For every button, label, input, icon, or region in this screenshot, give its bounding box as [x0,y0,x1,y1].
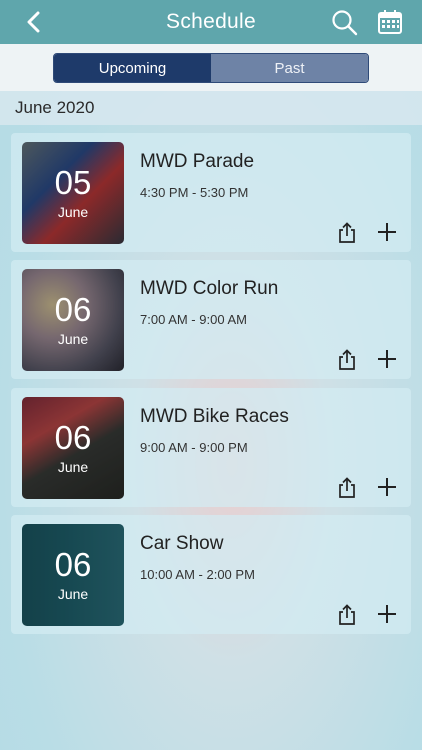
event-time: 9:00 AM - 9:00 PM [140,440,248,455]
plus-icon [378,223,396,241]
event-month: June [57,586,89,602]
plus-icon [378,478,396,496]
event-card[interactable]: 05 June MWD Parade 4:30 PM - 5:30 PM [11,133,411,252]
tab-past[interactable]: Past [211,54,368,82]
back-button[interactable] [18,7,48,37]
event-thumbnail: 06 June [22,524,124,626]
event-card[interactable]: 06 June MWD Bike Races 9:00 AM - 9:00 PM [11,388,411,507]
search-button[interactable] [331,9,359,37]
add-to-calendar-button[interactable] [377,477,397,497]
page-title: Schedule [166,10,256,33]
event-title: MWD Parade [140,151,255,172]
share-icon [339,477,355,498]
back-icon [27,11,40,33]
event-title: MWD Color Run [140,278,279,299]
share-icon [339,349,355,370]
add-to-calendar-button[interactable] [377,349,397,369]
tab-bar: Upcoming Past [0,44,422,91]
event-day: 06 [54,291,92,328]
header-bar: Schedule [0,0,422,44]
event-month: June [57,459,89,475]
share-icon [339,604,355,625]
plus-icon [378,350,396,368]
tab-upcoming[interactable]: Upcoming [54,54,211,82]
event-time: 10:00 AM - 2:00 PM [140,567,255,582]
event-day: 05 [54,164,92,201]
month-header: June 2020 [0,91,422,125]
event-card[interactable]: 06 June MWD Color Run 7:00 AM - 9:00 AM [11,260,411,379]
share-icon [339,222,355,243]
event-day: 06 [54,546,92,583]
share-button[interactable] [337,349,357,371]
event-month: June [57,331,89,347]
event-thumbnail: 06 June [22,397,124,499]
event-title: Car Show [140,533,224,554]
event-time: 4:30 PM - 5:30 PM [140,185,249,200]
calendar-icon [378,10,402,34]
event-thumbnail: 06 June [22,269,124,371]
share-button[interactable] [337,222,357,244]
event-title: MWD Bike Races [140,406,289,427]
share-button[interactable] [337,604,357,626]
share-button[interactable] [337,477,357,499]
plus-icon [378,605,396,623]
event-thumbnail: 05 June [22,142,124,244]
search-icon [332,10,358,36]
segmented-control: Upcoming Past [53,53,369,83]
event-month: June [57,204,89,220]
event-time: 7:00 AM - 9:00 AM [140,312,247,327]
calendar-button[interactable] [377,9,403,35]
add-to-calendar-button[interactable] [377,604,397,624]
event-card[interactable]: 06 June Car Show 10:00 AM - 2:00 PM [11,515,411,634]
add-to-calendar-button[interactable] [377,222,397,242]
event-day: 06 [54,419,92,456]
